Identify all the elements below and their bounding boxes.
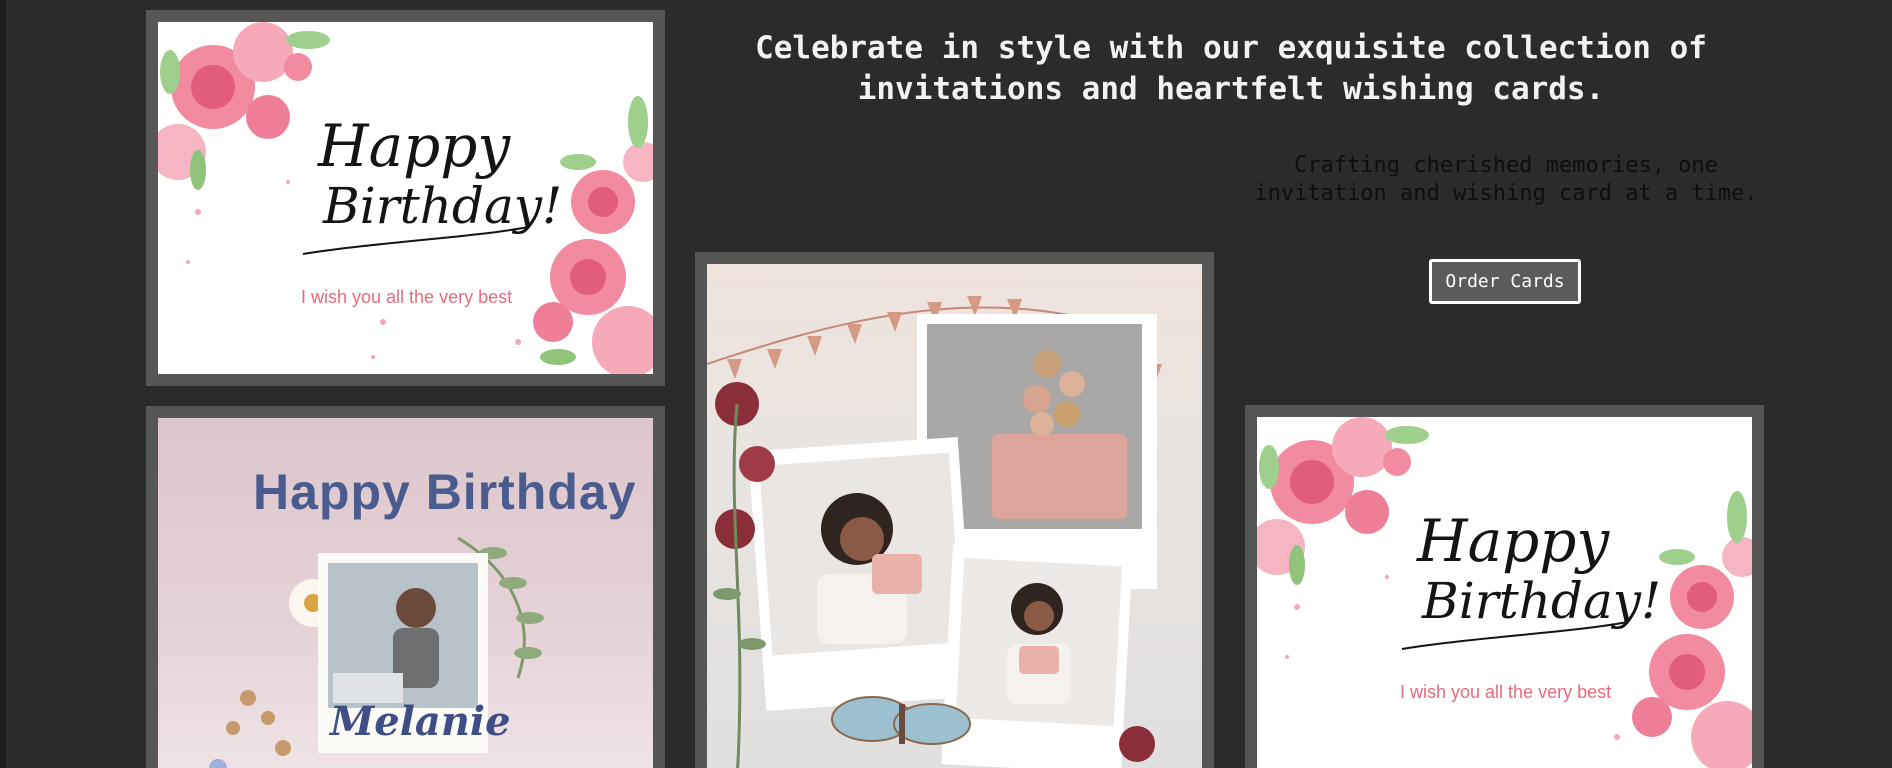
script-birthday-2: Birthday! xyxy=(1422,572,1662,630)
collage-illustration xyxy=(707,296,1162,768)
script-birthday: Birthday! xyxy=(323,177,563,235)
hero-headline: Celebrate in style with our exquisite co… xyxy=(706,28,1756,110)
subline-line-2: invitation and wishing card at a time. xyxy=(1254,181,1758,206)
headline-line-2: invitations and heartfelt wishing cards. xyxy=(857,71,1605,107)
wish-text-2: I wish you all the very best xyxy=(1400,682,1612,702)
melanie-birthday-card: Happy Birthday Melanie xyxy=(158,418,653,768)
hero-subline: Crafting cherished memories, one invitat… xyxy=(1236,152,1776,208)
script-happy: Happy xyxy=(318,112,511,180)
floral-birthday-card: Happy Birthday! I wish you all the very … xyxy=(158,22,653,374)
card-frame-photo-left[interactable]: Happy Birthday Melanie xyxy=(146,406,665,768)
order-cards-button[interactable]: Order Cards xyxy=(1429,259,1581,304)
cake-collage-card xyxy=(707,264,1202,768)
page: Happy Birthday! I wish you all the very … xyxy=(0,0,1892,768)
subline-line-1: Crafting cherished memories, one xyxy=(1294,153,1718,178)
headline-line-1: Celebrate in style with our exquisite co… xyxy=(755,30,1707,66)
card-frame-collage-center[interactable] xyxy=(695,252,1214,768)
script-happy-2: Happy xyxy=(1417,507,1610,575)
card-name: Melanie xyxy=(330,698,511,745)
card-frame-floral-right[interactable]: Happy Birthday! I wish you all the very … xyxy=(1245,405,1764,768)
card-frame-floral-top-left[interactable]: Happy Birthday! I wish you all the very … xyxy=(146,10,665,386)
floral-birthday-card-2: Happy Birthday! I wish you all the very … xyxy=(1257,417,1752,768)
wish-text: I wish you all the very best xyxy=(301,287,513,307)
